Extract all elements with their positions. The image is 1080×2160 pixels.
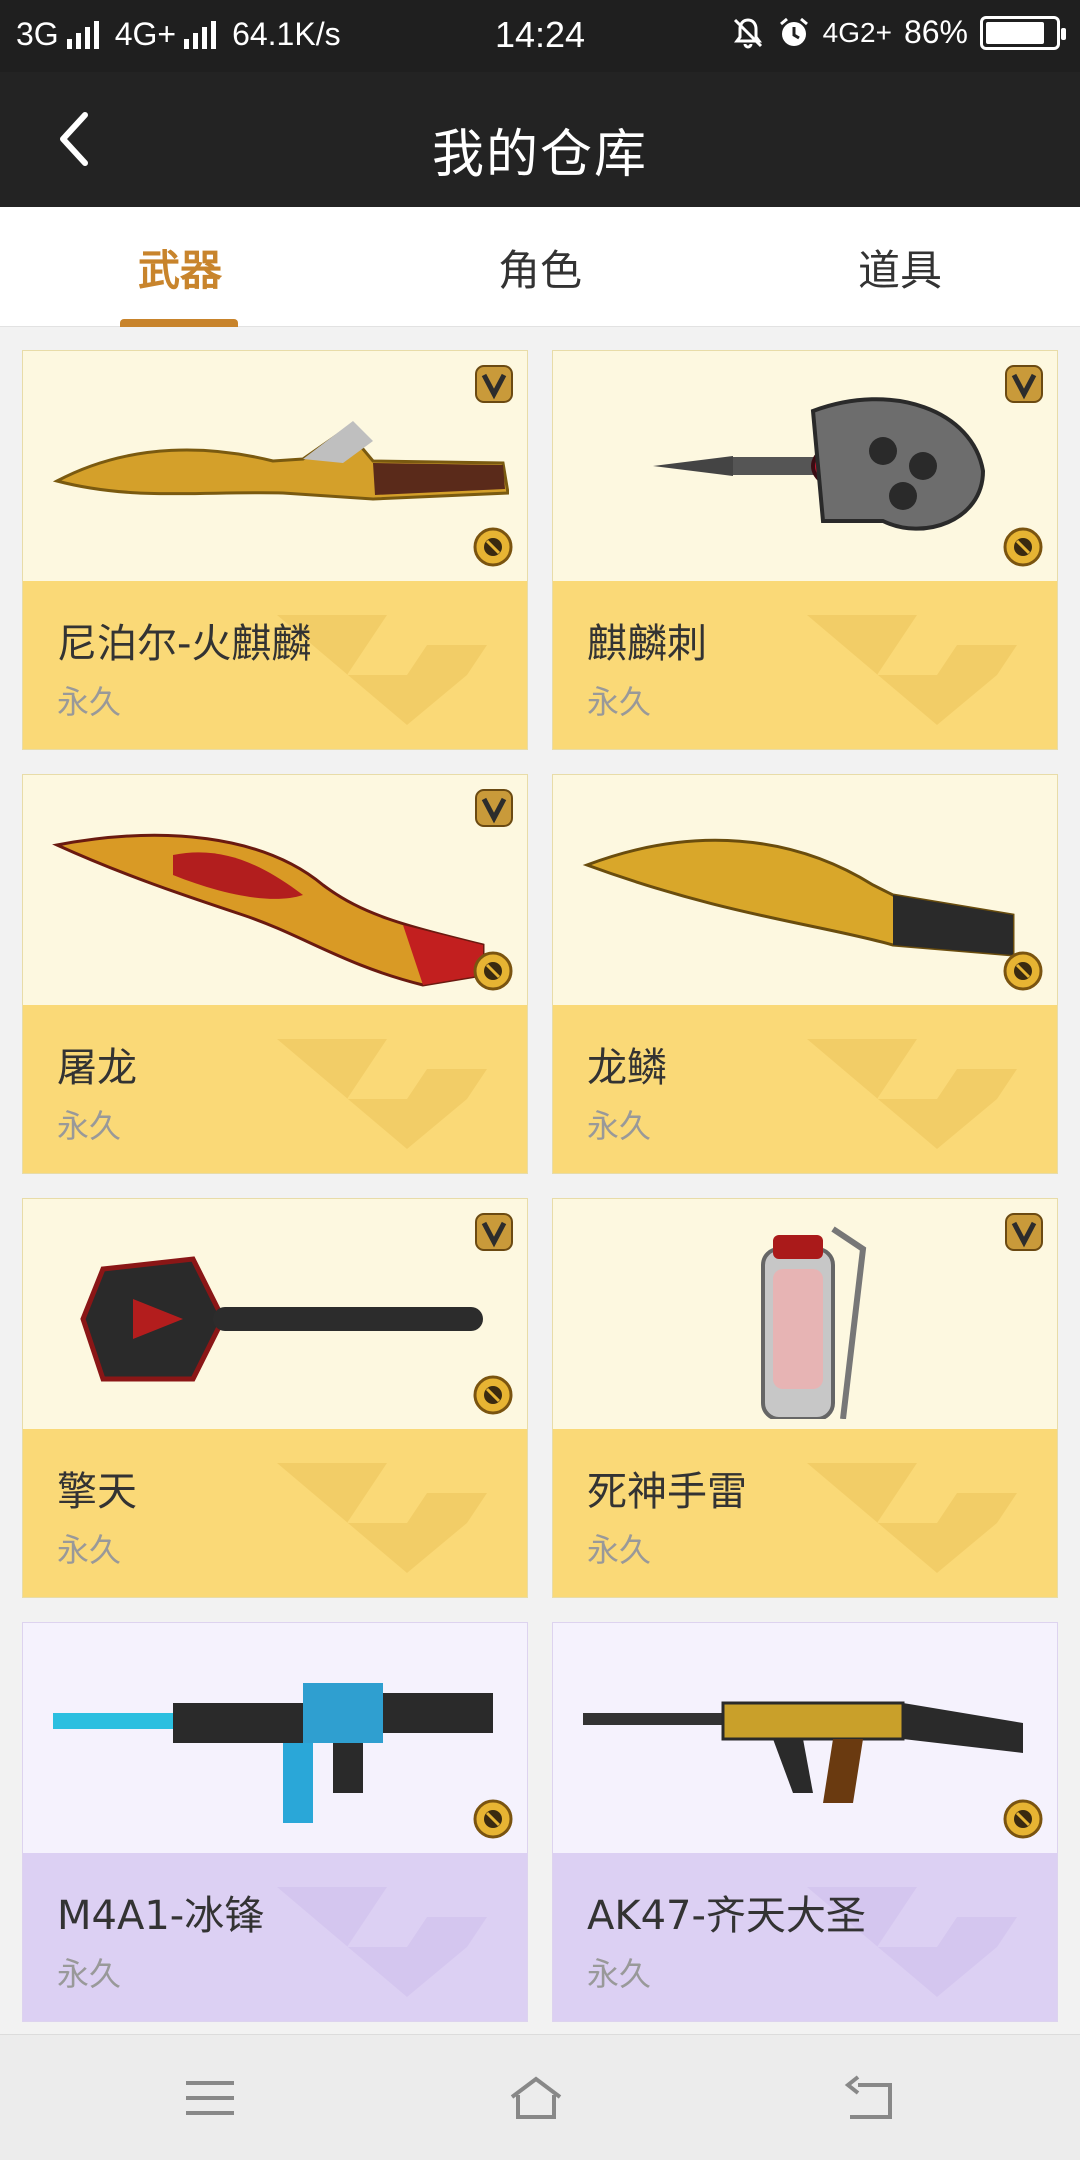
item-art bbox=[553, 351, 1057, 581]
tab-weapons[interactable]: 武器 bbox=[0, 207, 360, 327]
item-info: 龙鳞 永久 bbox=[553, 1005, 1057, 1173]
cf-watermark-icon bbox=[277, 1463, 487, 1573]
category-tabs: 武器 角色 道具 bbox=[0, 207, 1080, 327]
item-duration: 永久 bbox=[587, 1531, 652, 1569]
item-art bbox=[23, 1623, 527, 1853]
cf-watermark-icon bbox=[277, 1887, 487, 1997]
weapon-kukri-icon bbox=[582, 838, 1015, 957]
weapon-grenade-icon bbox=[761, 1226, 867, 1419]
item-card[interactable]: 麒麟刺 永久 bbox=[552, 350, 1058, 750]
battery-label: 86% bbox=[903, 14, 968, 50]
item-info: 麒麟刺 永久 bbox=[553, 581, 1057, 749]
item-name: 尼泊尔-火麒麟 bbox=[57, 621, 312, 667]
item-card[interactable]: 龙鳞 永久 bbox=[552, 774, 1058, 1174]
item-name: AK47-齐天大圣 bbox=[587, 1893, 866, 1939]
item-name: 屠龙 bbox=[57, 1045, 137, 1091]
item-art bbox=[23, 1199, 527, 1429]
item-name: M4A1-冰锋 bbox=[57, 1893, 265, 1939]
item-info: 死神手雷 永久 bbox=[553, 1429, 1057, 1597]
item-name: 死神手雷 bbox=[587, 1469, 747, 1515]
tab-active-indicator bbox=[120, 319, 238, 327]
item-info: 擎天 永久 bbox=[23, 1429, 527, 1597]
tab-items[interactable]: 道具 bbox=[720, 207, 1080, 327]
page-title: 我的仓库 bbox=[431, 125, 648, 185]
item-art bbox=[23, 351, 527, 581]
item-card[interactable]: 擎天 永久 bbox=[22, 1198, 528, 1598]
item-duration: 永久 bbox=[57, 683, 122, 721]
item-card[interactable]: AK47-齐天大圣 永久 bbox=[552, 1622, 1058, 2022]
tab-characters[interactable]: 角色 bbox=[360, 207, 720, 327]
weapon-knuckle-icon bbox=[653, 397, 986, 531]
network-extra-label: 4G2+ bbox=[822, 16, 892, 48]
coin-badge-icon bbox=[473, 1375, 513, 1415]
vip-badge-icon bbox=[475, 1213, 513, 1251]
item-name: 擎天 bbox=[57, 1469, 137, 1515]
item-card[interactable]: M4A1-冰锋 永久 bbox=[22, 1622, 528, 2022]
item-card[interactable]: 死神手雷 永久 bbox=[552, 1198, 1058, 1598]
cf-watermark-icon bbox=[807, 615, 1017, 725]
item-duration: 永久 bbox=[587, 1107, 652, 1145]
status-right: 4G2+ 86% bbox=[731, 14, 1066, 51]
item-info: 尼泊尔-火麒麟 永久 bbox=[23, 581, 527, 749]
weapon-grid: 尼泊尔-火麒麟 永久 麒麟刺 永久 屠龙 永久 龙鳞 永久 擎天 永久 死神手雷… bbox=[22, 350, 1058, 2030]
menu-icon[interactable] bbox=[180, 2073, 240, 2123]
item-duration: 永久 bbox=[587, 683, 652, 721]
system-nav-bar bbox=[0, 2034, 1080, 2160]
vip-badge-icon bbox=[475, 789, 513, 827]
mute-bell-icon bbox=[733, 17, 762, 48]
cf-watermark-icon bbox=[807, 1039, 1017, 1149]
weapon-shovel-icon bbox=[80, 1256, 483, 1382]
coin-badge-icon bbox=[473, 1799, 513, 1839]
item-art bbox=[553, 1623, 1057, 1853]
item-info: AK47-齐天大圣 永久 bbox=[553, 1853, 1057, 2021]
item-name: 麒麟刺 bbox=[587, 621, 707, 667]
item-card[interactable]: 屠龙 永久 bbox=[22, 774, 528, 1174]
coin-badge-icon bbox=[1003, 951, 1043, 991]
back-arrow-icon[interactable] bbox=[840, 2073, 900, 2123]
item-card[interactable]: 尼泊尔-火麒麟 永久 bbox=[22, 350, 528, 750]
item-art bbox=[553, 1199, 1057, 1429]
item-info: 屠龙 永久 bbox=[23, 1005, 527, 1173]
home-icon[interactable] bbox=[506, 2073, 566, 2123]
weapon-rifle-icon bbox=[583, 1701, 1023, 1803]
item-art bbox=[553, 775, 1057, 1005]
coin-badge-icon bbox=[1003, 1799, 1043, 1839]
vip-badge-icon bbox=[1005, 1213, 1043, 1251]
coin-badge-icon bbox=[473, 527, 513, 567]
item-duration: 永久 bbox=[57, 1531, 122, 1569]
cf-watermark-icon bbox=[807, 1463, 1017, 1573]
weapon-rifle-icon bbox=[53, 1683, 493, 1823]
vip-badge-icon bbox=[1005, 365, 1043, 403]
item-art bbox=[23, 775, 527, 1005]
coin-badge-icon bbox=[473, 951, 513, 991]
cf-watermark-icon bbox=[277, 1039, 487, 1149]
coin-badge-icon bbox=[1003, 527, 1043, 567]
item-info: M4A1-冰锋 永久 bbox=[23, 1853, 527, 2021]
app-header: 我的仓库 bbox=[0, 72, 1080, 207]
item-name: 龙鳞 bbox=[587, 1045, 667, 1091]
item-duration: 永久 bbox=[57, 1955, 122, 1993]
alarm-icon bbox=[779, 17, 808, 46]
item-duration: 永久 bbox=[587, 1955, 652, 1993]
weapon-kukri-icon bbox=[52, 833, 485, 987]
vip-badge-icon bbox=[475, 365, 513, 403]
item-duration: 永久 bbox=[57, 1107, 122, 1145]
battery-icon bbox=[980, 15, 1066, 50]
weapon-knife-icon bbox=[52, 421, 509, 501]
status-bar: 3G 4G+ 64.1K/s 14:24 4G2+ 86% bbox=[0, 0, 1080, 72]
